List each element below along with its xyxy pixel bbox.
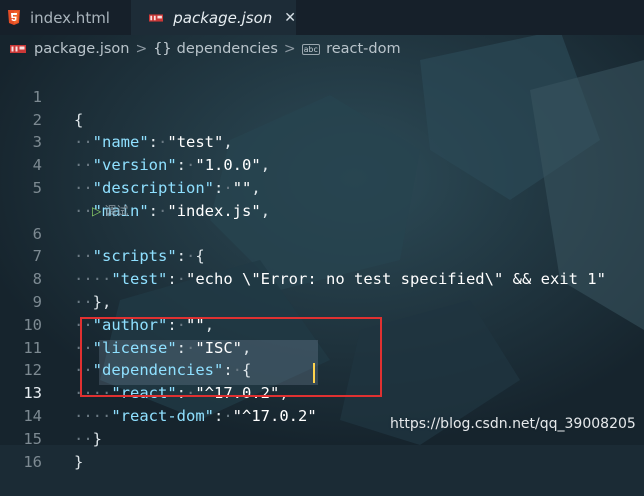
tab-label: package.json	[173, 8, 273, 27]
close-brace: }	[74, 452, 84, 471]
codelens-row: ▷ 调试	[0, 177, 644, 218]
code-line: 8 ··},	[0, 245, 644, 311]
code-line: 2 ··"name":·"test",	[0, 86, 644, 152]
code-line: 6 ··"scripts":·{	[0, 200, 644, 266]
code-line: 1 {	[0, 63, 644, 129]
chevron-right-icon: >	[135, 41, 148, 57]
breadcrumb: package.json > {} dependencies > abc rea…	[0, 35, 644, 63]
string-property-icon: abc	[301, 43, 321, 55]
html5-icon	[8, 10, 20, 25]
object-braces-icon: {}	[153, 41, 172, 57]
watermark: https://blog.csdn.net/qq_39008205	[390, 416, 636, 432]
editor-tab-bar: index.html package.json ✕	[0, 0, 644, 35]
line-number: 16	[23, 452, 42, 471]
tab-label: index.html	[30, 8, 110, 27]
chevron-right-icon: >	[283, 41, 296, 57]
code-line: 3 ··"version":·"1.0.0",	[0, 109, 644, 174]
code-line: 7 ····"test":·"echo \"Error: no test spe…	[0, 223, 644, 288]
code-line: 5 ··"main":·"index.js",	[0, 154, 644, 220]
highlight-annotation-box	[80, 317, 382, 397]
breadcrumb-property[interactable]: react-dom	[326, 41, 401, 57]
tab-index-html[interactable]: index.html	[0, 0, 131, 35]
tab-package-json[interactable]: package.json ✕	[131, 0, 296, 35]
code-line: 9 ··"author":·"",	[0, 268, 644, 334]
npm-icon	[149, 13, 164, 22]
close-icon[interactable]: ✕	[284, 11, 296, 25]
breadcrumb-file[interactable]: package.json	[34, 41, 129, 57]
code-line: 4 ··"description":·"",	[0, 131, 644, 197]
code-line: 10 ··"license":·"ISC",	[0, 291, 644, 357]
npm-icon	[10, 45, 26, 53]
breadcrumb-object[interactable]: dependencies	[177, 41, 278, 57]
